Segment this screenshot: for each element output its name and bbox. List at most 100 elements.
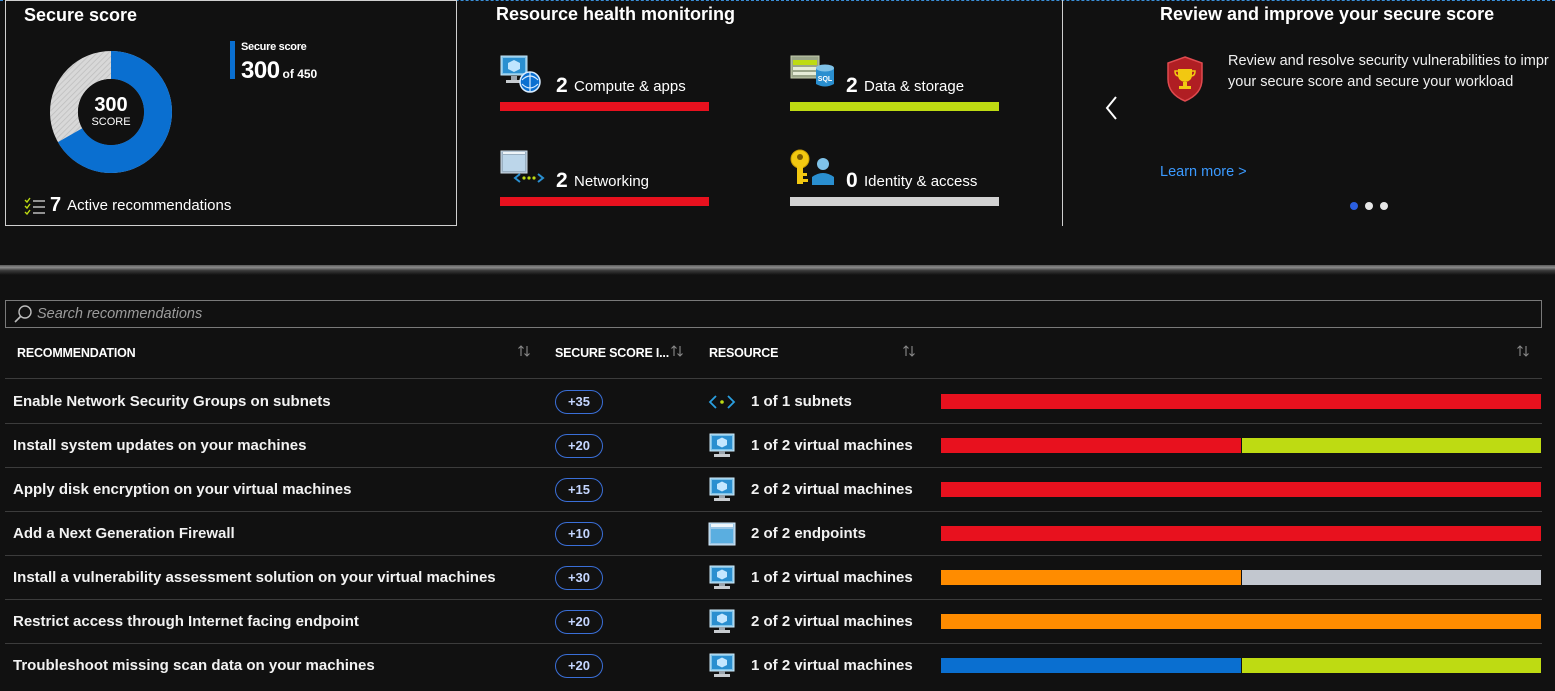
sort-arrows-icon[interactable]	[1516, 344, 1530, 358]
svg-text:SQL: SQL	[818, 76, 833, 83]
resource-health-bar	[941, 658, 1541, 673]
compute-icon	[500, 55, 541, 93]
sort-arrows-icon[interactable]	[902, 344, 916, 358]
resource-count: 1 of 2 virtual machines	[751, 437, 913, 454]
bar-segment-grey	[1241, 570, 1541, 585]
review-description-line2: your secure score and secure your worklo…	[1228, 74, 1514, 90]
health-item-networking[interactable]: 2 Networking	[500, 149, 710, 219]
search-input[interactable]	[33, 306, 1541, 322]
secure-score-card[interactable]: Secure score 300 SCORE Secure score 300 o…	[5, 0, 457, 226]
resource-health-title: Resource health monitoring	[496, 4, 736, 24]
bar-segment-lime	[1241, 658, 1541, 673]
bar-segment-orange	[941, 614, 1541, 629]
bar-segment-red	[500, 102, 709, 111]
table-row[interactable]: Install a vulnerability assessment solut…	[5, 556, 1542, 600]
secure-score-impact-badge: +30	[555, 566, 603, 590]
compute-count: 2	[556, 74, 568, 97]
carousel-dot-2[interactable]	[1365, 202, 1373, 210]
resource-health-bar	[941, 394, 1541, 409]
data-storage-health-bar	[790, 102, 999, 111]
active-recommendations[interactable]: 7 Active recommendations	[24, 194, 231, 217]
legend-color-bar	[230, 41, 235, 79]
health-item-data-storage[interactable]: SQL 2 Data & storage	[790, 54, 1000, 124]
trophy-shield-icon	[1167, 56, 1203, 102]
identity-health-bar	[790, 197, 999, 206]
subnet-icon	[708, 389, 736, 415]
networking-icon	[500, 150, 545, 183]
bar-segment-red	[941, 482, 1541, 497]
table-row[interactable]: Install system updates on your machines +…	[5, 424, 1542, 468]
resource-count: 2 of 2 endpoints	[751, 525, 867, 542]
health-item-identity[interactable]: 0 Identity & access	[790, 149, 1000, 219]
resource-health-bar	[941, 438, 1541, 453]
column-header-recommendation[interactable]: RECOMMENDATION	[17, 346, 136, 360]
sort-arrows-icon[interactable]	[670, 344, 684, 358]
panel-separator	[0, 265, 1555, 275]
sql-storage-icon: SQL	[790, 55, 834, 87]
resource-health-bar	[941, 570, 1541, 585]
search-icon	[14, 305, 32, 323]
active-recommendations-label: Active recommendations	[67, 197, 232, 214]
bar-segment-red	[941, 438, 1241, 453]
recommendation-name: Troubleshoot missing scan data on your m…	[13, 657, 375, 674]
secure-score-donut: 300 SCORE	[46, 47, 176, 177]
table-row[interactable]: Enable Network Security Groups on subnet…	[5, 380, 1542, 424]
secure-score-impact-badge: +20	[555, 610, 603, 634]
legend-label: Secure score	[241, 41, 307, 53]
identity-count: 0	[846, 169, 858, 192]
chevron-left-icon[interactable]	[1102, 94, 1122, 122]
data-storage-count: 2	[846, 74, 858, 97]
resource-count: 2 of 2 virtual machines	[751, 481, 913, 498]
resource-count: 1 of 2 virtual machines	[751, 657, 913, 674]
resource-health-bar	[941, 526, 1541, 541]
sort-arrows-icon[interactable]	[517, 344, 531, 358]
table-row[interactable]: Add a Next Generation Firewall +10 2 of 2 …	[5, 512, 1542, 556]
donut-score-value: 300	[94, 94, 128, 116]
data-storage-label: Data & storage	[864, 78, 965, 95]
bar-segment-red	[500, 197, 709, 206]
legend-max: of 450	[282, 67, 318, 81]
networking-health-bar	[500, 197, 709, 206]
legend-score: 300	[241, 57, 280, 84]
column-header-resource[interactable]: RESOURCE	[709, 346, 778, 360]
bar-segment-lime	[790, 102, 999, 111]
bar-segment-lime	[1241, 438, 1541, 453]
carousel-dots	[1350, 202, 1388, 210]
table-row[interactable]: Restrict access through Internet facing …	[5, 600, 1542, 644]
column-header-secure-score-impact[interactable]: SECURE SCORE I...	[555, 346, 669, 360]
carousel-dot-3[interactable]	[1380, 202, 1388, 210]
table-row[interactable]: Troubleshoot missing scan data on your m…	[5, 644, 1542, 688]
secure-score-impact-badge: +10	[555, 522, 603, 546]
identity-label: Identity & access	[864, 173, 978, 190]
review-title: Review and improve your secure score	[1160, 4, 1495, 24]
legend-value: 300 of 450	[241, 57, 317, 85]
learn-more-link[interactable]: Learn more >	[1160, 164, 1247, 180]
resource-health-bar	[941, 614, 1541, 629]
virtual-machine-icon	[708, 477, 736, 503]
recommendation-name: Apply disk encryption on your virtual ma…	[13, 481, 352, 498]
carousel-dot-1[interactable]	[1350, 202, 1358, 210]
bar-segment-orange	[941, 570, 1241, 585]
compute-health-bar	[500, 102, 709, 111]
table-row[interactable]: Apply disk encryption on your virtual ma…	[5, 468, 1542, 512]
virtual-machine-icon	[708, 433, 736, 459]
recommendation-name: Restrict access through Internet facing …	[13, 613, 359, 630]
networking-label: Networking	[574, 173, 650, 190]
virtual-machine-icon	[708, 609, 736, 635]
checklist-icon	[24, 197, 45, 215]
recommendations-table: Enable Network Security Groups on subnet…	[5, 380, 1542, 688]
resource-count: 1 of 1 subnets	[751, 393, 852, 410]
recommendation-name: Add a Next Generation Firewall	[13, 525, 235, 542]
bar-segment-red	[941, 526, 1541, 541]
table-header: RECOMMENDATION SECURE SCORE I... RESOURC…	[5, 330, 1542, 379]
secure-score-impact-badge: +15	[555, 478, 603, 502]
identity-key-icon	[790, 149, 834, 185]
recommendation-name: Enable Network Security Groups on subnet…	[13, 393, 331, 410]
secure-score-impact-badge: +20	[555, 654, 603, 678]
health-item-compute[interactable]: 2 Compute & apps	[500, 54, 710, 124]
review-description: Review and resolve security vulnerabilit…	[1228, 51, 1555, 93]
recommendation-name: Install a vulnerability assessment solut…	[13, 569, 496, 586]
secure-score-impact-badge: +35	[555, 390, 603, 414]
virtual-machine-icon	[708, 653, 736, 679]
search-box[interactable]	[5, 300, 1542, 328]
